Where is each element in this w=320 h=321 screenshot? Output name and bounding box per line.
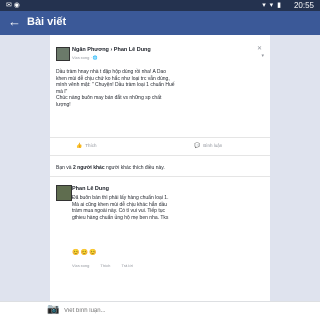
notification-icons: ✉ ◉ xyxy=(6,2,20,9)
comment-composer: 📷 xyxy=(0,301,320,321)
status-bar: ✉ ◉ ▾ ▾ ▮ 20:55 xyxy=(0,0,320,11)
comment-time: Vừa xong xyxy=(72,263,90,268)
like-button[interactable]: 👍 Thích xyxy=(76,143,97,149)
comment-author[interactable]: Phan Lê Dung xyxy=(72,186,109,192)
nav-bar: ← Bài viết xyxy=(0,11,320,35)
smile-emoji-icons: 😊😊😊 xyxy=(72,250,98,256)
likes-count[interactable]: 2 người khác xyxy=(73,165,105,171)
divider xyxy=(50,176,270,177)
signal-battery-icon: ▾ ▾ ▮ xyxy=(262,2,282,9)
post-meta: Vừa xong · 🌐 xyxy=(72,55,98,60)
camera-icon[interactable]: 📷 xyxy=(47,304,59,315)
comment-label: Bình luận xyxy=(203,143,223,148)
divider xyxy=(50,137,270,138)
comment-text: Đã buôn bán thì phải lấy hàng chuẩn loại… xyxy=(72,195,169,221)
avatar[interactable] xyxy=(56,47,70,61)
comment-reply-link[interactable]: Trả lời xyxy=(121,263,132,268)
likes-suffix: người khác thích điều này. xyxy=(106,165,165,171)
divider xyxy=(50,155,270,156)
close-icon[interactable]: ✕ xyxy=(257,45,262,52)
comment-button[interactable]: 💬 Bình luận xyxy=(194,143,222,149)
back-arrow-icon[interactable]: ← xyxy=(8,14,21,30)
post-text: Dầu tràm hnay nhà t đập hộp dùng rồi nha… xyxy=(56,69,175,108)
like-label: Thích xyxy=(85,143,97,148)
likes-prefix: Bạn và xyxy=(56,165,72,171)
thumbs-up-icon: 👍 xyxy=(76,143,83,149)
feed-background: Ngân Phương › Phan Lê Dung Vừa xong · 🌐 … xyxy=(0,35,320,301)
comment-like-link[interactable]: Thích xyxy=(100,263,110,268)
chevron-down-icon[interactable]: ▾ xyxy=(261,53,264,59)
comment-meta: Vừa xong Thích Trả lời xyxy=(72,263,143,268)
clock: 20:55 xyxy=(293,1,314,10)
post-author[interactable]: Ngân Phương › Phan Lê Dung xyxy=(72,47,151,53)
post-card: Ngân Phương › Phan Lê Dung Vừa xong · 🌐 … xyxy=(50,35,270,301)
comment-icon: 💬 xyxy=(194,143,201,149)
comment-input[interactable] xyxy=(64,305,254,317)
likes-summary[interactable]: Bạn và 2 người khác người khác thích điề… xyxy=(56,165,165,171)
comment-avatar[interactable] xyxy=(56,185,72,201)
page-title: Bài viết xyxy=(27,16,67,28)
